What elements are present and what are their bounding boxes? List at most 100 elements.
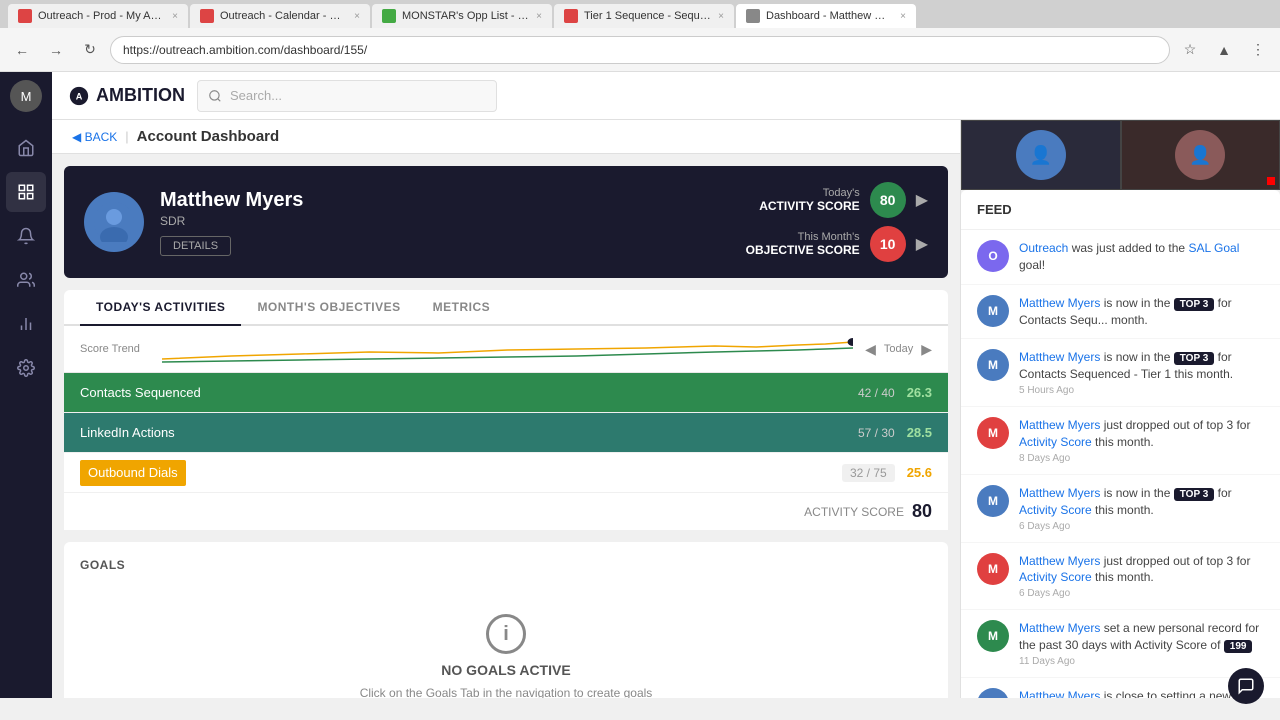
feed-text-4: Matthew Myers just dropped out of top 3 … [1019, 417, 1264, 451]
forward-button[interactable]: → [42, 36, 70, 64]
chat-icon [1237, 677, 1255, 695]
user-avatar[interactable]: M [10, 80, 42, 112]
feed-link-mm2[interactable]: Matthew Myers [1019, 296, 1100, 310]
feed-text-1: Outreach was just added to the SAL Goal … [1019, 240, 1264, 274]
feed-link-mm4[interactable]: Matthew Myers [1019, 418, 1100, 432]
extensions-button[interactable]: ▲ [1210, 36, 1238, 64]
tab-month-objectives[interactable]: MONTH'S OBJECTIVES [241, 290, 416, 326]
feed-content-6: Matthew Myers just dropped out of top 3 … [1019, 553, 1264, 600]
back-button[interactable]: ← [8, 36, 36, 64]
goals-card: Goals i NO GOALS ACTIVE Click on the Goa… [64, 542, 948, 698]
feed-item-2: M Matthew Myers is now in the TOP 3 for … [961, 285, 1280, 340]
tab-close[interactable]: × [354, 11, 360, 22]
tab-today-activities[interactable]: TODAY'S ACTIVITIES [80, 290, 241, 326]
info-icon: i [486, 614, 526, 654]
page-header: ◀ BACK | Account Dashboard [52, 120, 960, 154]
activity-score-total-label: ACTIVITY SCORE [804, 505, 904, 519]
tab-favicon [564, 9, 578, 23]
trend-today-label: Today [884, 343, 913, 355]
feed-panel: 👤 👤 FEED O Outreach was just add [960, 120, 1280, 698]
feed-link-mm7[interactable]: Matthew Myers [1019, 621, 1100, 635]
score-trend-label: Score Trend [80, 343, 150, 355]
profile-avatar [84, 192, 144, 252]
tab-close[interactable]: × [172, 11, 178, 22]
trend-next-button[interactable]: ▶ [921, 341, 932, 358]
tab-tier1[interactable]: Tier 1 Sequence - Sequence... × [554, 4, 734, 28]
feed-avatar-7: M [977, 620, 1009, 652]
feed-avatar-2: M [977, 295, 1009, 327]
feed-link-activity4[interactable]: Activity Score [1019, 435, 1092, 449]
bookmark-button[interactable]: ☆ [1176, 36, 1204, 64]
feed-avatar-5: M [977, 485, 1009, 517]
objective-score-label: This Month's OBJECTIVE SCORE [746, 231, 860, 257]
objective-score-arrow[interactable]: ▶ [916, 234, 928, 254]
objective-score-item: This Month's OBJECTIVE SCORE 10 ▶ [746, 226, 928, 262]
feed-link-mm5[interactable]: Matthew Myers [1019, 486, 1100, 500]
sidebar-item-users[interactable] [6, 260, 46, 300]
feed-content-8: Matthew Myers is close to setting a new … [1019, 688, 1264, 698]
activity-score-contacts: 26.3 [907, 385, 932, 400]
sidebar-item-settings[interactable] [6, 348, 46, 388]
tab-label: MONSTAR's Opp List - Sales... [402, 10, 530, 22]
feed-link-outreach[interactable]: Outreach [1019, 241, 1068, 255]
profile-name: Matthew Myers [160, 189, 746, 212]
activity-bar-container-outbound: Outbound Dials [80, 460, 186, 486]
profile-scores: Today's ACTIVITY SCORE 80 ▶ This [746, 182, 928, 262]
tab-favicon [746, 9, 760, 23]
tab-close[interactable]: × [536, 11, 542, 22]
activity-score-arrow[interactable]: ▶ [916, 190, 928, 210]
refresh-button[interactable]: ↻ [76, 36, 104, 64]
activity-count-linkedin: 57 / 30 [858, 426, 895, 440]
activity-row-linkedin: LinkedIn Actions 57 / 30 28.5 [64, 413, 948, 453]
video-avatar-1: 👤 [1016, 130, 1066, 180]
tab-label: Dashboard - Matthew Myers... [766, 10, 894, 22]
feed-text-5: Matthew Myers is now in the TOP 3 for Ac… [1019, 485, 1264, 519]
svg-text:A: A [76, 91, 83, 101]
tab-metrics[interactable]: METRICS [417, 290, 507, 326]
address-bar[interactable] [110, 36, 1170, 64]
no-goals-title: NO GOALS ACTIVE [441, 662, 570, 678]
feed-card: FEED O Outreach was just added to the SA… [961, 190, 1280, 698]
feed-link-activity5[interactable]: Activity Score [1019, 503, 1092, 517]
sidebar-item-chart[interactable] [6, 304, 46, 344]
trend-prev-button[interactable]: ◀ [865, 341, 876, 358]
search-bar[interactable]: Search... [197, 80, 497, 112]
sidebar-item-bell[interactable] [6, 216, 46, 256]
sidebar-item-home[interactable] [6, 128, 46, 168]
score-badge-7: 199 [1224, 640, 1253, 653]
menu-button[interactable]: ⋮ [1244, 36, 1272, 64]
feed-link-mm6[interactable]: Matthew Myers [1019, 554, 1100, 568]
activity-label-contacts: Contacts Sequenced [80, 385, 220, 400]
chat-button[interactable] [1228, 668, 1264, 704]
feed-title: FEED [961, 190, 1280, 230]
video-thumb-2: 👤 [1121, 120, 1280, 190]
tab-dashboard-active[interactable]: Dashboard - Matthew Myers... × [736, 4, 916, 28]
profile-info: Matthew Myers SDR DETAILS [160, 189, 746, 256]
tab-close[interactable]: × [900, 11, 906, 22]
feed-link-mm8[interactable]: Matthew Myers [1019, 689, 1100, 698]
feed-link-activity6[interactable]: Activity Score [1019, 570, 1092, 584]
activity-label-linkedin: LinkedIn Actions [80, 425, 220, 440]
sidebar-item-dashboard[interactable] [6, 172, 46, 212]
activity-score-item: Today's ACTIVITY SCORE 80 ▶ [759, 182, 928, 218]
tab-calendar[interactable]: Outreach - Calendar - Week... × [190, 4, 370, 28]
back-button[interactable]: ◀ BACK [72, 130, 117, 144]
feed-text-8: Matthew Myers is close to setting a new … [1019, 688, 1264, 698]
feed-link-mm3[interactable]: Matthew Myers [1019, 350, 1100, 364]
sidebar: M [0, 72, 52, 698]
tab-label: Tier 1 Sequence - Sequence... [584, 10, 712, 22]
browser-controls: ← → ↻ ☆ ▲ ⋮ [0, 28, 1280, 72]
activity-score-circle: 80 [870, 182, 906, 218]
tab-monstar[interactable]: MONSTAR's Opp List - Sales... × [372, 4, 552, 28]
feed-content-5: Matthew Myers is now in the TOP 3 for Ac… [1019, 485, 1264, 532]
tab-outreach-prod[interactable]: Outreach - Prod - My Applic... × [8, 4, 188, 28]
details-button[interactable]: DETAILS [160, 236, 231, 256]
feed-text-7: Matthew Myers set a new personal record … [1019, 620, 1264, 654]
ambition-logo: A AMBITION [68, 85, 185, 107]
feed-link-sal-goal[interactable]: SAL Goal [1188, 241, 1239, 255]
activity-score-total-value: 80 [912, 501, 932, 522]
tab-close[interactable]: × [718, 11, 724, 22]
search-placeholder: Search... [230, 88, 282, 103]
activity-score-label: Today's ACTIVITY SCORE [759, 187, 859, 213]
feed-item-3: M Matthew Myers is now in the TOP 3 for … [961, 339, 1280, 407]
